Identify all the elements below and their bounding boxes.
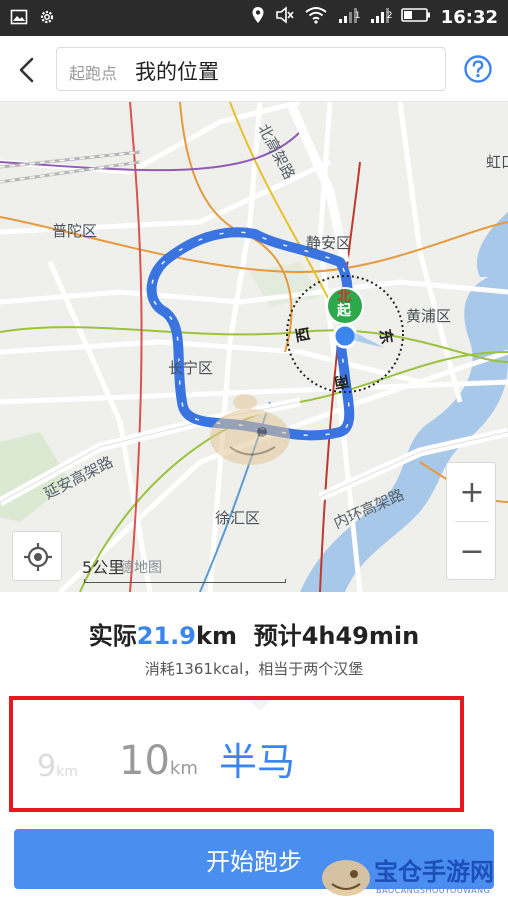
distance-picker[interactable]: 9km 10km 半马 [9, 696, 464, 812]
signal-2-label: 2 [386, 11, 393, 21]
option-value: 半马 [219, 740, 296, 784]
picker-pointer [249, 700, 271, 711]
plus-icon: + [459, 474, 485, 510]
option-unit: km [169, 758, 198, 779]
distance-unit: km [196, 622, 237, 650]
option-value: 10 [119, 738, 170, 784]
label-jingan: 静安区 [306, 234, 352, 252]
chevron-left-icon [10, 57, 44, 91]
label-hongkou: 虹口 [486, 153, 508, 171]
clock: 16:32 [440, 6, 498, 28]
distance-option-10km[interactable]: 10km [119, 738, 198, 784]
route-summary: 实际21.9km 预计4h49min 消耗1361kcal，相当于两个汉堡 [0, 592, 508, 692]
start-point-label: 起跑点 [69, 64, 118, 83]
watermark-subtitle: BAOCANGSHOUYOUWANG [376, 886, 491, 895]
zoom-out-button[interactable]: − [447, 522, 497, 580]
option-unit: km [56, 764, 78, 780]
estimate-time: 4h49min [301, 622, 420, 650]
label-xuhui: 徐汇区 [215, 509, 261, 527]
zoom-control: + − [446, 462, 496, 580]
watermark-logo-icon [322, 860, 370, 896]
label-putuo: 普陀区 [52, 222, 98, 240]
settings-icon [38, 8, 56, 30]
label-huangpu: 黄浦区 [406, 307, 452, 325]
compass-start: 起 [337, 303, 351, 319]
wifi-icon [305, 6, 327, 28]
start-point-value: 我的位置 [135, 60, 219, 84]
zoom-in-button[interactable]: + [447, 463, 497, 521]
battery-icon [400, 7, 431, 27]
start-point-field[interactable]: 起跑点 我的位置 [56, 47, 446, 91]
map-scale-bar [84, 579, 286, 583]
minus-icon: − [459, 533, 485, 569]
distance-option-9km[interactable]: 9km [37, 749, 78, 784]
location-icon [251, 6, 265, 28]
actual-label: 实际 [88, 622, 137, 650]
signal-1-label: 1 [354, 11, 361, 21]
site-watermark: 宝仓手游网 BAOCANGSHOUYOUWANG [316, 848, 508, 903]
watermark-title: 宝仓手游网 [374, 858, 494, 886]
estimate-label: 预计 [253, 622, 302, 650]
start-run-label: 开始跑步 [206, 847, 302, 876]
route-map[interactable]: 北 起 东 南 西 普陀区 静安区 黄浦区 长宁区 徐汇区 虹口 北高架路 延安… [0, 102, 508, 592]
map-scale-label: 5公里 [82, 558, 125, 577]
help-button[interactable] [463, 54, 493, 84]
top-bar: 起跑点 我的位置 [0, 36, 508, 102]
signal-2-icon: 2 [369, 6, 393, 28]
mute-icon [275, 6, 295, 28]
back-button[interactable] [10, 53, 44, 87]
image-icon [10, 8, 28, 30]
distance-estimate: 实际21.9km 预计4h49min [0, 616, 508, 651]
status-bar: 1 2 16:32 [0, 0, 508, 36]
actual-distance: 21.9 [136, 622, 196, 650]
signal-1-icon: 1 [337, 6, 361, 28]
locate-button[interactable] [12, 531, 62, 581]
help-circle-icon [463, 55, 493, 88]
calories-text: 消耗1361kcal，相当于两个汉堡 [144, 660, 364, 678]
label-changning: 长宁区 [168, 359, 214, 377]
option-value: 9 [37, 749, 57, 784]
distance-option-half-marathon[interactable]: 半马 [219, 731, 295, 786]
map-logo: 德地图 [120, 560, 162, 576]
